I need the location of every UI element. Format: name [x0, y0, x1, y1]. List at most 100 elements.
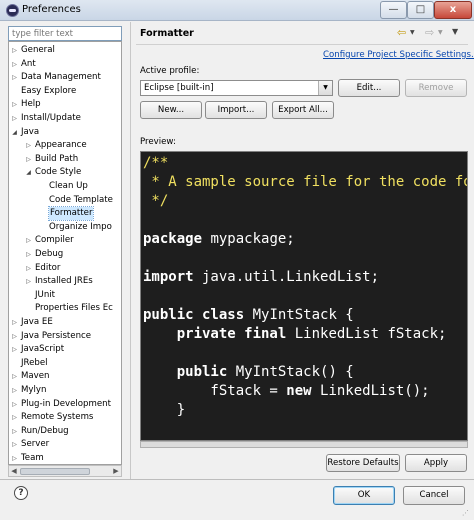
- expand-arrow-icon[interactable]: ▷: [25, 153, 32, 166]
- tree-item[interactable]: Formatter: [9, 206, 121, 222]
- tree-item[interactable]: ▷ Editor: [9, 262, 121, 275]
- tree-item[interactable]: ▷ General: [9, 44, 121, 57]
- code-line: private final LinkedList fStack;: [143, 325, 467, 344]
- tree-item[interactable]: Easy Explore: [9, 85, 121, 98]
- preview-label: Preview:: [140, 137, 176, 147]
- pane-splitter[interactable]: [130, 22, 131, 480]
- code-token: public: [176, 364, 228, 380]
- tree-item[interactable]: ▷ Java Persistence: [9, 330, 121, 343]
- code-token: import: [143, 269, 194, 285]
- new-button[interactable]: New...: [140, 101, 202, 119]
- tree-item[interactable]: ▷ Team: [9, 452, 121, 464]
- ok-button[interactable]: OK: [333, 486, 395, 505]
- cancel-button[interactable]: Cancel: [403, 486, 465, 505]
- collapse-arrow-icon[interactable]: ◢: [11, 126, 18, 139]
- restore-defaults-button[interactable]: Restore Defaults: [326, 454, 400, 472]
- preference-tree[interactable]: ▷ General ▷ Ant ▷ Data Management Easy Explore…: [8, 41, 122, 465]
- forward-arrow-icon[interactable]: ⇨: [425, 26, 434, 39]
- code-token: }: [143, 402, 186, 418]
- expand-arrow-icon[interactable]: ▷: [25, 275, 32, 288]
- edit-button[interactable]: Edit...: [338, 79, 400, 97]
- tree-item[interactable]: ▷ Ant: [9, 58, 121, 71]
- expand-arrow-icon[interactable]: ▷: [25, 234, 32, 247]
- expand-arrow-icon[interactable]: ▷: [25, 139, 32, 152]
- tree-item-label: Code Style: [35, 167, 82, 178]
- code-token: MyIntStack {: [244, 307, 354, 323]
- code-line: * A sample source file for the code form…: [143, 173, 467, 192]
- view-menu-icon[interactable]: ▼: [452, 27, 458, 36]
- tree-item[interactable]: ▷ Help: [9, 98, 121, 111]
- tree-item[interactable]: ▷ Run/Debug: [9, 425, 121, 438]
- tree-item-label: Editor: [35, 262, 61, 273]
- scroll-right-icon[interactable]: ▶: [111, 466, 121, 476]
- tree-item[interactable]: Organize Impo: [9, 221, 121, 234]
- tree-item-label: Help: [21, 99, 41, 110]
- tree-item[interactable]: ▷ Appearance: [9, 139, 121, 152]
- tree-item[interactable]: ▷ JavaScript: [9, 343, 121, 356]
- apply-button[interactable]: Apply: [405, 454, 467, 472]
- minimize-button[interactable]: —: [380, 1, 407, 19]
- resize-grip-icon[interactable]: ⋰: [462, 508, 472, 518]
- import-button[interactable]: Import...: [205, 101, 267, 119]
- tree-horizontal-scrollbar[interactable]: ◀ ▶: [8, 465, 122, 477]
- tree-item[interactable]: ▷ Plug-in Development: [9, 398, 121, 411]
- collapse-arrow-icon[interactable]: ◢: [25, 166, 32, 179]
- filter-input[interactable]: [8, 26, 122, 41]
- tree-item[interactable]: ◢ Code Style: [9, 166, 121, 179]
- expand-arrow-icon[interactable]: ▷: [11, 370, 18, 383]
- tree-item[interactable]: ▷ Java EE: [9, 316, 121, 329]
- tree-item[interactable]: ▷ Server: [9, 438, 121, 451]
- back-dropdown-icon[interactable]: ▼: [410, 29, 415, 36]
- expand-arrow-icon[interactable]: ▷: [11, 58, 18, 71]
- maximize-button[interactable]: □: [407, 1, 434, 19]
- remove-button[interactable]: Remove: [405, 79, 467, 97]
- tree-item[interactable]: Clean Up: [9, 180, 121, 193]
- tree-item[interactable]: ▷ Debug: [9, 248, 121, 261]
- tree-item[interactable]: Code Template: [9, 194, 121, 207]
- close-button[interactable]: x: [434, 1, 472, 19]
- scroll-thumb[interactable]: [20, 468, 90, 475]
- chevron-down-icon[interactable]: ▼: [318, 81, 332, 95]
- tree-item[interactable]: JRebel: [9, 357, 121, 370]
- preview-scrollbar[interactable]: [140, 441, 468, 448]
- tree-item[interactable]: ▷ Compiler: [9, 234, 121, 247]
- code-line: package mypackage;: [143, 230, 467, 249]
- expand-arrow-icon[interactable]: ▷: [11, 44, 18, 57]
- profile-select[interactable]: Eclipse [built-in] ▼: [140, 80, 333, 96]
- expand-arrow-icon[interactable]: ▷: [11, 438, 18, 451]
- expand-arrow-icon[interactable]: ▷: [11, 330, 18, 343]
- expand-arrow-icon[interactable]: ▷: [11, 343, 18, 356]
- tree-item-label: Organize Impo: [49, 221, 112, 232]
- expand-arrow-icon[interactable]: ▷: [11, 71, 18, 84]
- tree-item[interactable]: ▷ Maven: [9, 370, 121, 383]
- configure-project-settings-link[interactable]: Configure Project Specific Settings...: [323, 50, 474, 60]
- expand-arrow-icon[interactable]: ▷: [25, 248, 32, 261]
- tree-item[interactable]: ▷ Install/Update: [9, 112, 121, 125]
- tree-item[interactable]: ▷ Installed JREs: [9, 275, 121, 288]
- tree-item-label: Plug-in Development: [21, 398, 111, 409]
- expand-arrow-icon[interactable]: ▷: [11, 112, 18, 125]
- tree-item[interactable]: ▷ Data Management: [9, 71, 121, 84]
- tree-item[interactable]: Properties Files Ec: [9, 302, 121, 315]
- expand-arrow-icon[interactable]: ▷: [25, 262, 32, 275]
- scroll-left-icon[interactable]: ◀: [9, 466, 19, 476]
- tree-item[interactable]: ▷ Build Path: [9, 153, 121, 166]
- tree-item[interactable]: ◢ Java: [9, 126, 121, 139]
- help-icon[interactable]: ?: [14, 486, 28, 500]
- expand-arrow-icon[interactable]: ▷: [11, 384, 18, 397]
- tree-item[interactable]: ▷ Remote Systems: [9, 411, 121, 424]
- forward-dropdown-icon[interactable]: ▼: [438, 29, 443, 36]
- expand-arrow-icon[interactable]: ▷: [11, 98, 18, 111]
- expand-arrow-icon[interactable]: ▷: [11, 316, 18, 329]
- code-line: */: [143, 192, 467, 211]
- back-arrow-icon[interactable]: ⇦: [397, 26, 406, 39]
- expand-arrow-icon[interactable]: ▷: [11, 452, 18, 464]
- tree-item[interactable]: JUnit: [9, 289, 121, 302]
- expand-arrow-icon[interactable]: ▷: [11, 425, 18, 438]
- tree-item-label: Mylyn: [21, 385, 47, 395]
- expand-arrow-icon[interactable]: ▷: [11, 398, 18, 411]
- tree-item[interactable]: ▷ Mylyn: [9, 384, 121, 397]
- expand-arrow-icon[interactable]: ▷: [11, 411, 18, 424]
- export-all-button[interactable]: Export All...: [272, 101, 334, 119]
